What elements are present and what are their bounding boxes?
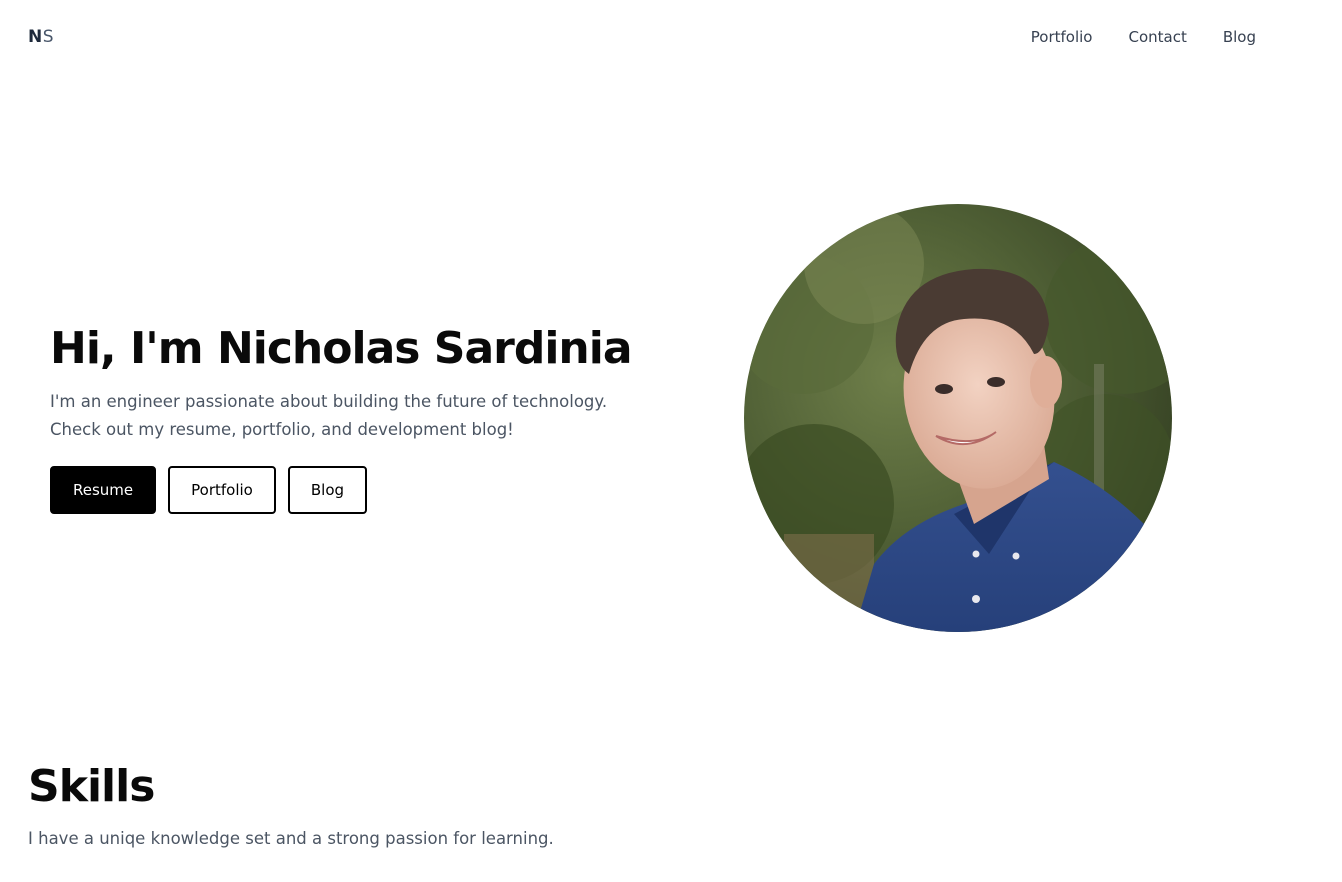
hero-title: Hi, I'm Nicholas Sardinia: [50, 323, 633, 374]
profile-photo-graphic: [744, 204, 1172, 632]
portfolio-button[interactable]: Portfolio: [168, 466, 276, 514]
nav-link-contact[interactable]: Contact: [1128, 26, 1186, 48]
hero-subtitle-line-2: Check out my resume, portfolio, and deve…: [50, 420, 514, 439]
nav-link-blog[interactable]: Blog: [1223, 26, 1256, 48]
resume-button[interactable]: Resume: [50, 466, 157, 514]
logo-letter-s: S: [42, 27, 55, 47]
nav-link-portfolio[interactable]: Portfolio: [1031, 26, 1093, 48]
logo-letter-n: N: [28, 27, 43, 47]
hero-subtitle-line-1: I'm an engineer passionate about buildin…: [50, 392, 608, 411]
top-nav: NS Portfolio Contact Blog: [0, 0, 1342, 74]
hero-button-row: Resume Portfolio Blog: [50, 466, 368, 514]
skills-title: Skills: [28, 761, 155, 812]
hero-subtitle: I'm an engineer passionate about buildin…: [50, 388, 650, 444]
page: NS Portfolio Contact Blog Hi, I'm Nichol…: [0, 0, 1342, 882]
nav-links: Portfolio Contact Blog: [1031, 26, 1256, 48]
site-logo[interactable]: NS: [28, 26, 54, 48]
blog-button[interactable]: Blog: [287, 466, 368, 514]
profile-photo: [744, 204, 1172, 632]
skills-subtitle: I have a uniqe knowledge set and a stron…: [28, 829, 554, 848]
